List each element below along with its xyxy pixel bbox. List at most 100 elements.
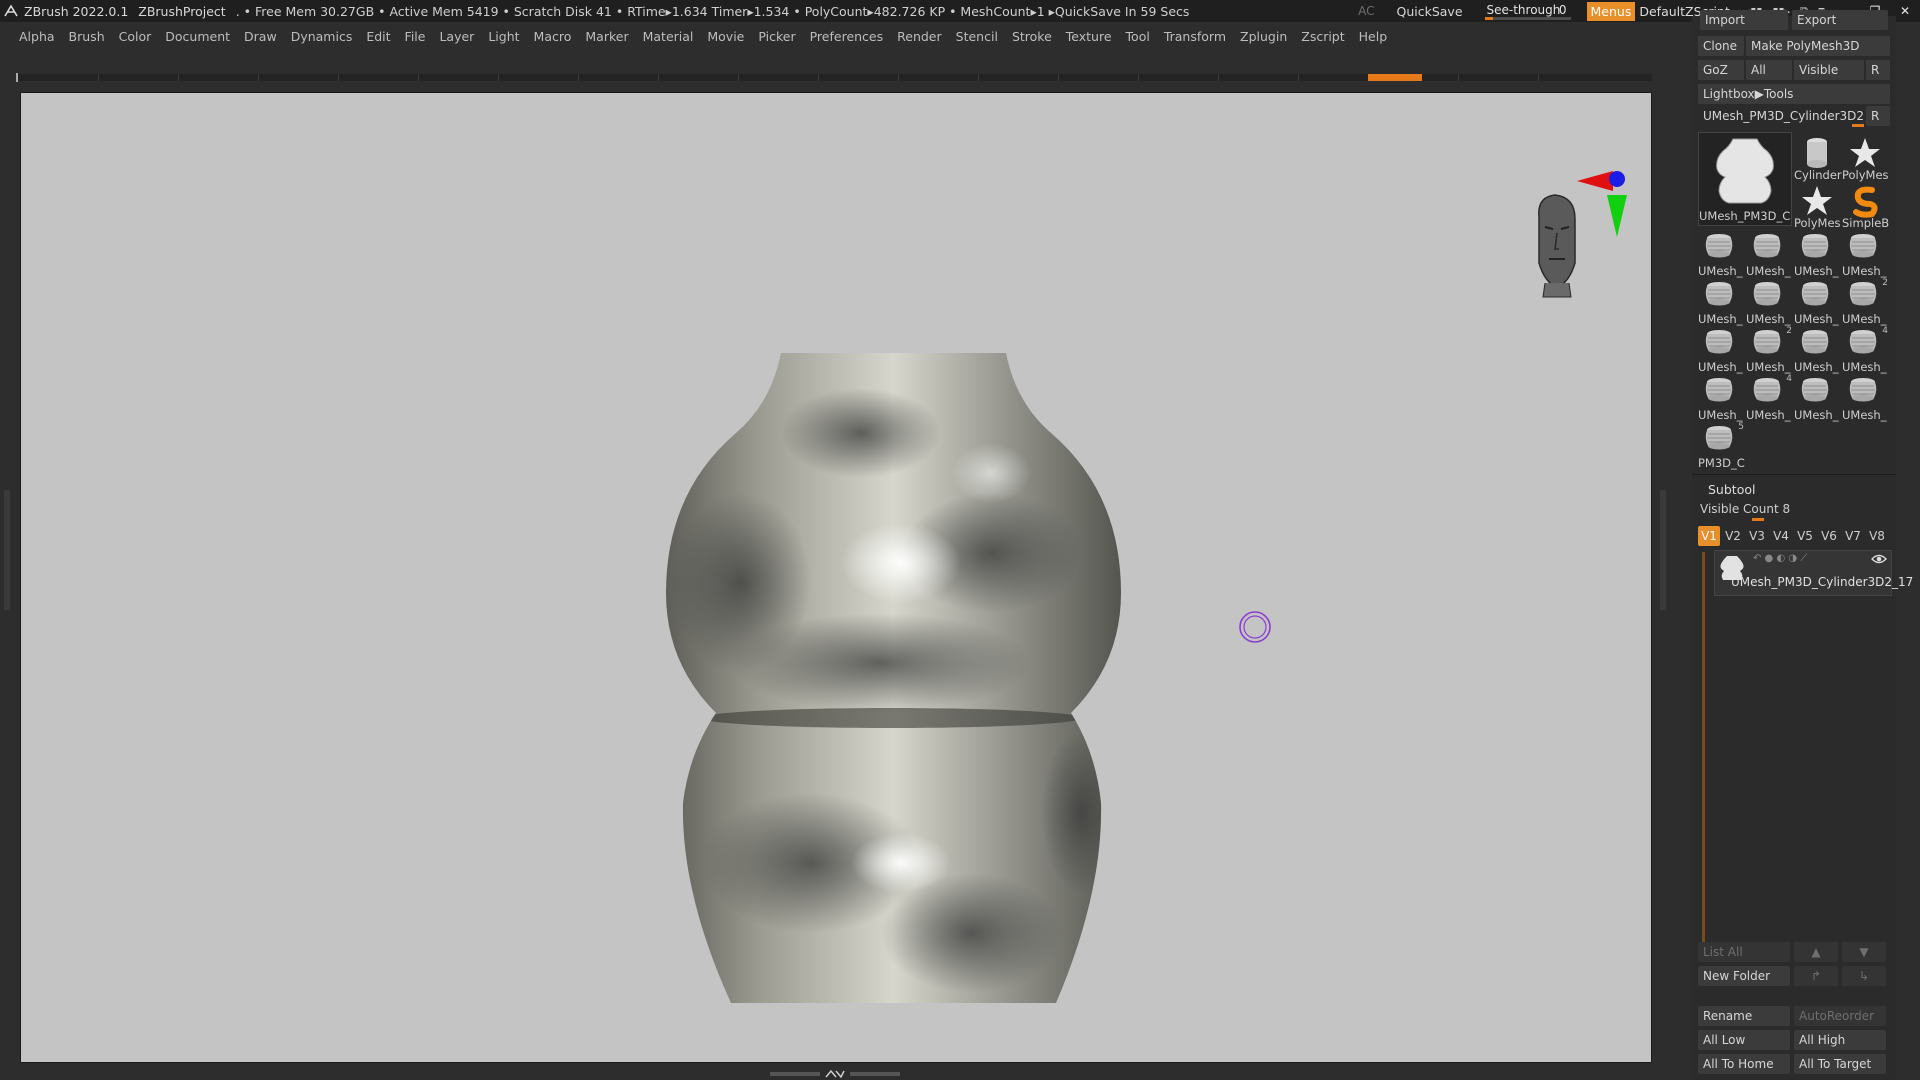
move-down-icon[interactable]: ▼: [1842, 942, 1886, 962]
menu-edit[interactable]: Edit: [359, 29, 397, 44]
menu-document[interactable]: Document: [158, 29, 237, 44]
goz-r-button[interactable]: R: [1866, 60, 1890, 80]
auto-reorder-button[interactable]: AutoReorder: [1794, 1006, 1886, 1026]
quicksave-button[interactable]: QuickSave: [1396, 4, 1462, 19]
menu-light[interactable]: Light: [481, 29, 526, 44]
vase-mesh[interactable]: [611, 333, 1171, 1013]
tool-thumb-polymesh-star-2[interactable]: PolyMes: [1794, 182, 1841, 230]
menu-layer[interactable]: Layer: [432, 29, 481, 44]
all-low-button[interactable]: All Low: [1698, 1030, 1790, 1050]
subtool-row-icons[interactable]: ↶ ● ◐ ◑ ⟋: [1753, 553, 1807, 564]
clone-button[interactable]: Clone: [1698, 36, 1744, 56]
subtool-list-item[interactable]: ↶ ● ◐ ◑ ⟋ UMesh_PM3D_Cylinder3D2_17: [1714, 550, 1913, 596]
right-tray-grip[interactable]: [1660, 490, 1666, 610]
menu-material[interactable]: Material: [636, 29, 701, 44]
tab-v2[interactable]: V2: [1722, 526, 1744, 546]
tool-thumb-umesh[interactable]: UMesh_: [1794, 230, 1840, 278]
import-button[interactable]: Import: [1700, 10, 1788, 30]
menu-texture[interactable]: Texture: [1059, 29, 1119, 44]
tab-v6[interactable]: V6: [1818, 526, 1840, 546]
all-to-home-button[interactable]: All To Home: [1698, 1054, 1790, 1074]
visible-count-label[interactable]: Visible Count 8: [1700, 502, 1790, 516]
z-axis-dot-icon[interactable]: [1609, 171, 1625, 187]
menu-tool[interactable]: Tool: [1119, 29, 1157, 44]
tool-thumb-polymesh-star[interactable]: PolyMes: [1842, 134, 1889, 182]
tab-v1[interactable]: V1: [1698, 526, 1720, 546]
tool-thumb-umesh[interactable]: UMesh_: [1698, 278, 1744, 326]
make-polymesh3d-button[interactable]: Make PolyMesh3D: [1746, 36, 1890, 56]
menu-macro[interactable]: Macro: [527, 29, 579, 44]
tool-thumb-umesh[interactable]: UMesh_: [1794, 374, 1840, 422]
tool-thumb-umesh[interactable]: UMesh_: [1794, 326, 1840, 374]
new-folder-button[interactable]: New Folder: [1698, 966, 1790, 986]
rename-button[interactable]: Rename: [1698, 1006, 1790, 1026]
tool-thumb-umesh[interactable]: UMesh_: [1698, 230, 1744, 278]
lightbox-tools-button[interactable]: Lightbox▶Tools: [1698, 84, 1890, 104]
menu-draw[interactable]: Draw: [237, 29, 284, 44]
menu-alpha[interactable]: Alpha: [12, 29, 62, 44]
active-tool-caption: UMesh_PM3D_C: [1699, 209, 1791, 223]
see-through-slider[interactable]: See-through 0: [1483, 2, 1573, 20]
navigation-head-gizmo[interactable]: [1519, 145, 1629, 305]
tool-thumb-umesh[interactable]: UMesh_ 2: [1842, 278, 1888, 326]
all-high-button[interactable]: All High: [1794, 1030, 1886, 1050]
menu-stencil[interactable]: Stencil: [949, 29, 1005, 44]
tool-thumb-umesh[interactable]: UMesh_ 4: [1842, 326, 1888, 374]
menu-transform[interactable]: Transform: [1157, 29, 1233, 44]
tab-v8[interactable]: V8: [1866, 526, 1888, 546]
tab-v4[interactable]: V4: [1770, 526, 1792, 546]
tool-thumb-umesh[interactable]: UMesh_: [1794, 278, 1840, 326]
goz-visible-button[interactable]: Visible: [1794, 60, 1864, 80]
menu-zplugin[interactable]: Zplugin: [1233, 29, 1294, 44]
tool-thumb-umesh[interactable]: PM3D_C 5: [1698, 422, 1745, 470]
menu-marker[interactable]: Marker: [578, 29, 635, 44]
tab-v3[interactable]: V3: [1746, 526, 1768, 546]
tool-thumb-umesh[interactable]: UMesh_: [1698, 326, 1744, 374]
menu-picker[interactable]: Picker: [751, 29, 802, 44]
menu-stroke[interactable]: Stroke: [1005, 29, 1059, 44]
tool-thumb-umesh[interactable]: UMesh_: [1746, 230, 1792, 278]
tool-thumb-umesh[interactable]: UMesh_: [1842, 230, 1888, 278]
menu-dynamics[interactable]: Dynamics: [284, 29, 360, 44]
tool-thumb-umesh[interactable]: UMesh_ 2: [1746, 326, 1792, 374]
folder-out-icon[interactable]: ↳: [1842, 966, 1886, 986]
menu-help[interactable]: Help: [1352, 29, 1395, 44]
tool-thumb-simplebrush[interactable]: SimpleB: [1842, 182, 1889, 230]
eye-icon[interactable]: [1871, 553, 1887, 565]
menu-movie[interactable]: Movie: [700, 29, 751, 44]
menu-brush[interactable]: Brush: [62, 29, 112, 44]
active-tool-thumbnail[interactable]: UMesh_PM3D_C: [1698, 132, 1792, 226]
canvas-viewport[interactable]: [20, 92, 1652, 1063]
tool-thumb-umesh[interactable]: UMesh_ 4: [1746, 374, 1792, 422]
menu-color[interactable]: Color: [112, 29, 159, 44]
tool-thumb-umesh[interactable]: UMesh_: [1746, 278, 1792, 326]
timeline-strip[interactable]: [18, 74, 1652, 81]
menu-preferences[interactable]: Preferences: [803, 29, 891, 44]
export-button[interactable]: Export: [1792, 10, 1888, 30]
tool-thumb-umesh[interactable]: UMesh_: [1698, 374, 1744, 422]
project-name[interactable]: ZBrushProject: [138, 4, 225, 19]
goz-button[interactable]: GoZ: [1698, 60, 1744, 80]
current-tool-name[interactable]: UMesh_PM3D_Cylinder3D2_1: [1698, 106, 1864, 126]
folder-move-icon[interactable]: ↱: [1794, 966, 1838, 986]
left-tray-grip[interactable]: [4, 490, 10, 610]
ac-toggle[interactable]: AC: [1358, 4, 1374, 18]
move-up-icon[interactable]: ▲: [1794, 942, 1838, 962]
menu-render[interactable]: Render: [890, 29, 949, 44]
y-axis-arrow-icon[interactable]: [1607, 195, 1627, 237]
list-all-button[interactable]: List All: [1698, 942, 1790, 962]
bottom-shelf-toggle[interactable]: [770, 1069, 900, 1078]
menu-zscript[interactable]: Zscript: [1294, 29, 1351, 44]
tool-thumb-cylinder[interactable]: Cylinder: [1794, 134, 1842, 182]
menus-toggle[interactable]: Menus: [1586, 1, 1636, 21]
goz-all-button[interactable]: All: [1746, 60, 1792, 80]
tool-thumb-umesh[interactable]: UMesh_: [1842, 374, 1888, 422]
tab-v7[interactable]: V7: [1842, 526, 1864, 546]
tab-v5[interactable]: V5: [1794, 526, 1816, 546]
x-axis-arrow-icon[interactable]: [1577, 171, 1613, 191]
subtool-list-scrollbar[interactable]: [1702, 552, 1705, 942]
menu-file[interactable]: File: [398, 29, 433, 44]
current-tool-r-button[interactable]: R: [1866, 106, 1890, 126]
subtool-title[interactable]: Subtool: [1708, 482, 1755, 497]
all-to-target-button[interactable]: All To Target: [1794, 1054, 1886, 1074]
